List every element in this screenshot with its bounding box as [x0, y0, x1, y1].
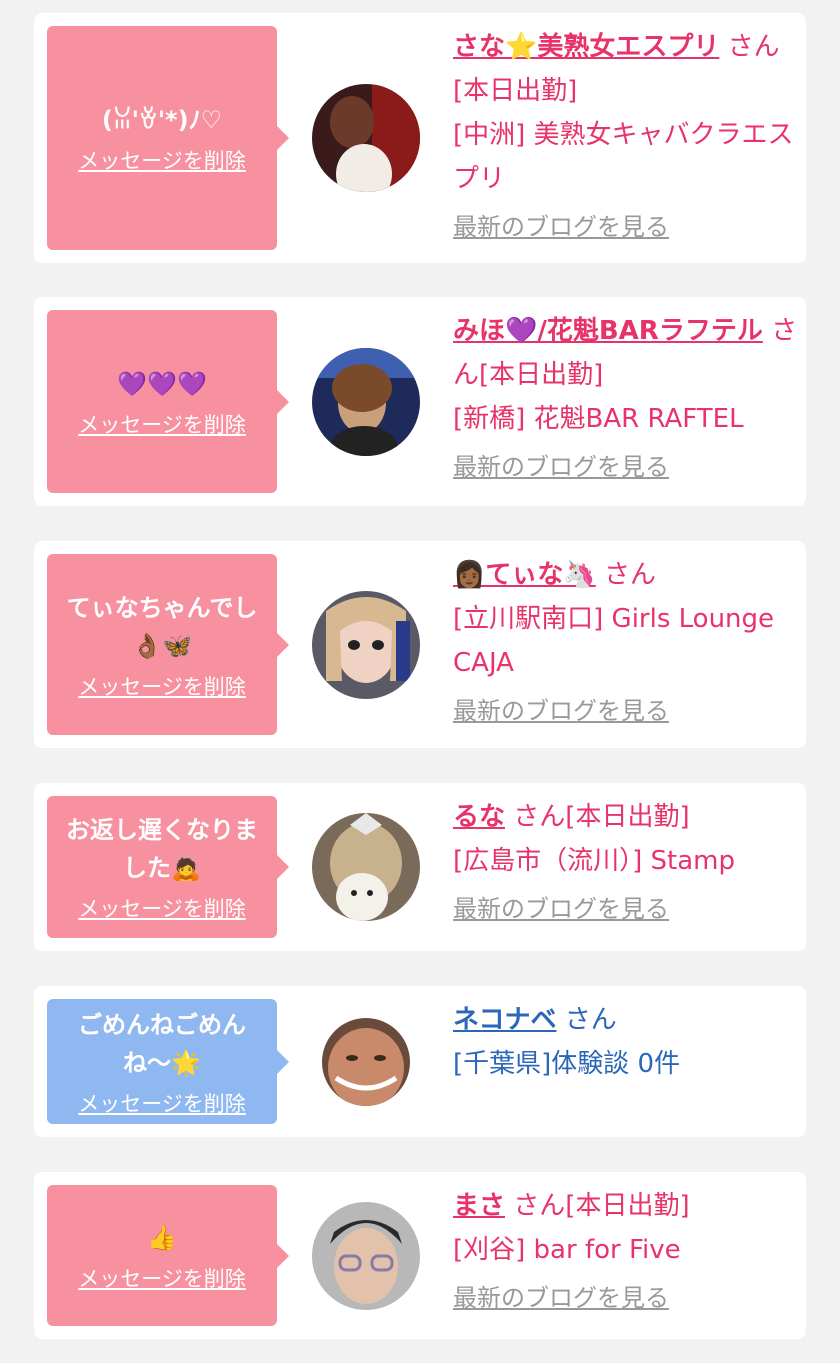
shop-info: [千葉県]体験談 0件 — [453, 1049, 681, 1079]
delete-message-link[interactable]: メッセージを削除 — [78, 1088, 246, 1118]
sender-info: ネコナベ さん [千葉県]体験談 0件 — [453, 998, 798, 1086]
latest-blog-link[interactable]: 最新のブログを見る — [453, 447, 669, 482]
delete-message-link[interactable]: メッセージを削除 — [78, 409, 246, 439]
attendance-status: [本日出勤] — [565, 802, 690, 832]
message-bubble: 💜💜💜 メッセージを削除 — [47, 310, 289, 493]
avatar[interactable] — [322, 1017, 410, 1106]
sender-name-link[interactable]: まさ — [453, 1191, 505, 1221]
avatar[interactable] — [312, 84, 420, 192]
honorific: さん — [513, 1191, 566, 1221]
sender-name-link[interactable]: ネコナベ — [453, 1005, 556, 1035]
sender-info: さな⭐美熟女エスプリ さん [本日出勤] [中洲] 美熟女キャバクラエスプリ 最新… — [453, 25, 798, 242]
sender-name-link[interactable]: みほ💜/花魁BARラフテル — [453, 316, 763, 346]
shop-info: [立川駅南口] Girls Lounge CAJA — [453, 604, 775, 678]
message-bubble: ごめんねごめんね〜🌟 メッセージを削除 — [47, 999, 289, 1124]
message-text: てぃなちゃんでし👌🏾🦋 — [66, 593, 258, 660]
honorific: さん — [604, 560, 657, 590]
avatar[interactable] — [312, 347, 420, 456]
message-text: お返し遅くなりました🙇 — [66, 816, 258, 882]
latest-blog-link[interactable]: 最新のブログを見る — [453, 889, 669, 924]
latest-blog-link[interactable]: 最新のブログを見る — [453, 691, 669, 726]
attendance-status: [本日出勤] — [565, 1191, 690, 1221]
delete-message-link[interactable]: メッセージを削除 — [78, 1263, 246, 1293]
avatar[interactable] — [312, 1201, 420, 1310]
message-card: 💜💜💜 メッセージを削除 みほ💜/花魁BARラフテル さん[本日出勤] [新橋]… — [34, 297, 806, 506]
honorific: さん — [727, 32, 780, 62]
message-card: (ꈍ'ꈊ'*)ﾉ♡ メッセージを削除 さな⭐美熟女エスプリ さん [本日出勤] [… — [34, 13, 806, 263]
message-text: ごめんねごめんね〜🌟 — [78, 1010, 246, 1077]
shop-info: [広島市（流川）] Stamp — [453, 846, 736, 876]
attendance-status: [本日出勤] — [453, 76, 578, 106]
message-text: 👍 — [147, 1223, 177, 1252]
delete-message-link[interactable]: メッセージを削除 — [78, 671, 246, 701]
avatar[interactable] — [312, 590, 420, 699]
message-list: (ꈍ'ꈊ'*)ﾉ♡ メッセージを削除 さな⭐美熟女エスプリ さん[本日出勤] [… — [0, 0, 840, 1363]
honorific: さん — [513, 802, 566, 832]
delete-message-link[interactable]: メッセージを削除 — [78, 145, 246, 175]
sender-name-link[interactable]: 👩🏾てぃな🦄 — [453, 560, 596, 590]
shop-info: [新橋] 花魁BAR RAFTEL — [453, 404, 744, 434]
shop-info: [中洲] 美熟女キャバクラエスプリ — [453, 120, 794, 194]
message-bubble: 👍 メッセージを削除 — [47, 1185, 289, 1326]
sender-info: るな さん[本日出勤] [広島市（流川）] Stamp 最新のブログを見る — [453, 795, 798, 924]
message-card: 👍 メッセージを削除 まさ さん[本日出勤] [刈谷] bar for Five… — [34, 1172, 806, 1339]
honorific: さん — [564, 1005, 617, 1035]
shop-info: [刈谷] bar for Five — [453, 1235, 681, 1265]
latest-blog-link[interactable]: 最新のブログを見る — [453, 207, 669, 242]
delete-message-link[interactable]: メッセージを削除 — [78, 893, 246, 923]
attendance-status: [本日出勤] — [479, 360, 604, 390]
message-card: ごめんねごめんね〜🌟 メッセージを削除 ネコナベ さん [千葉県]体験談 0件 — [34, 986, 806, 1137]
sender-info: みほ💜/花魁BARラフテル さん[本日出勤] [新橋] 花魁BAR RAFTEL… — [453, 309, 798, 482]
sender-name-link[interactable]: るな — [453, 802, 505, 832]
message-bubble: (ꈍ'ꈊ'*)ﾉ♡ メッセージを削除 — [47, 26, 289, 250]
message-bubble: てぃなちゃんでし👌🏾🦋 メッセージを削除 — [47, 554, 289, 735]
message-card: お返し遅くなりました🙇 メッセージを削除 るな さん[本日出勤] [広島市（流川… — [34, 783, 806, 951]
avatar[interactable] — [312, 813, 420, 921]
message-text: (ꈍ'ꈊ'*)ﾉ♡ — [101, 106, 223, 134]
message-bubble: お返し遅くなりました🙇 メッセージを削除 — [47, 796, 289, 938]
message-card: てぃなちゃんでし👌🏾🦋 メッセージを削除 👩🏾てぃな🦄 さん [立川駅南口] G… — [34, 541, 806, 748]
sender-info: まさ さん[本日出勤] [刈谷] bar for Five 最新のブログを見る — [453, 1184, 798, 1313]
message-text: 💜💜💜 — [117, 369, 207, 398]
sender-name-link[interactable]: さな⭐美熟女エスプリ — [453, 32, 719, 62]
sender-info: 👩🏾てぃな🦄 さん [立川駅南口] Girls Lounge CAJA 最新のブ… — [453, 553, 798, 726]
latest-blog-link[interactable]: 最新のブログを見る — [453, 1278, 669, 1313]
